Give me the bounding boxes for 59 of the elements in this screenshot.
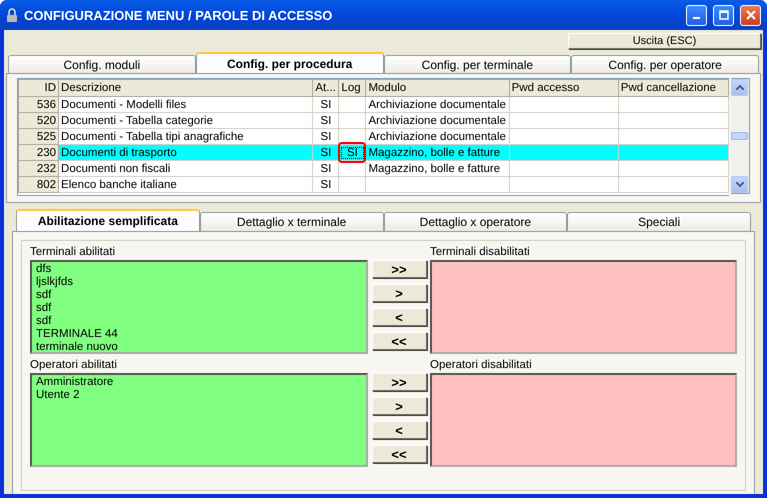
table-cell: Documenti - Modelli files [58,96,313,112]
table-cell: Documenti - Tabella categorie [58,112,313,128]
column-header[interactable]: Pwd cancellazione [618,80,728,96]
tab[interactable]: Config. per procedura [196,52,384,73]
window-title: CONFIGURAZIONE MENU / PAROLE DI ACCESSO [24,8,334,22]
list-item[interactable]: Utente 2 [36,389,80,402]
tab[interactable]: Dettaglio x terminale [200,212,384,231]
move-button[interactable]: << [372,332,426,350]
table-cell: SI [312,112,339,128]
move-button[interactable]: < [372,421,426,439]
move-button[interactable]: < [372,308,426,326]
table-cell: SI [312,160,339,176]
table-cell: SI [338,144,366,160]
move-button[interactable]: << [372,445,426,463]
move-button[interactable]: >> [372,260,426,278]
table-cell: 536 [18,96,59,112]
table-cell: SI [312,96,339,112]
column-header[interactable]: ID [18,80,59,96]
list-item[interactable]: terminale nuovo [36,341,118,354]
column-header[interactable]: Descrizione [58,80,313,96]
list-item[interactable]: sdf [36,315,52,328]
table-cell: 802 [18,176,59,192]
list-item[interactable]: dfs [36,263,52,276]
table-cell: 232 [18,160,59,176]
list-label: Operatori abilitati [30,358,118,373]
table-cell: Archiviazione documentale [366,96,510,112]
list-label: Terminali disabilitati [430,245,531,260]
table-cell: Magazzino, bolle e fatture [366,160,510,176]
list-label: Operatori disabilitati [430,358,533,373]
list-item[interactable]: sdf [36,302,52,315]
table-cell: 525 [18,128,59,144]
column-header[interactable]: Log [338,80,366,96]
table-cell: Documenti non fiscali [58,160,313,176]
list-label: Terminali abilitati [30,245,116,260]
tab[interactable]: Config. per terminale [384,55,572,73]
tab[interactable]: Config. moduli [8,55,196,73]
list-item[interactable]: sdf [36,289,52,302]
table-cell: 230 [18,144,59,160]
column-header[interactable]: Pwd accesso [509,80,618,96]
column-header[interactable]: At... [312,80,339,96]
tab[interactable]: Speciali [567,212,751,231]
tab[interactable]: Config. per operatore [571,55,759,73]
table-cell: 520 [18,112,59,128]
table-cell: Elenco banche italiane [58,176,313,192]
table-cell: SI [312,144,339,160]
move-button[interactable]: > [372,284,426,302]
list-item[interactable]: Amministratore [36,376,114,389]
table-cell: SI [312,176,339,192]
move-button[interactable]: > [372,397,426,415]
tab[interactable]: Dettaglio x operatore [384,212,568,231]
table-cell: Documenti di trasporto [58,144,313,160]
tab[interactable]: Abilitazione semplificata [16,209,200,231]
table-cell: Archiviazione documentale [366,112,510,128]
exit-button[interactable]: Uscita (ESC) [568,33,761,49]
table-cell: Magazzino, bolle e fatture [366,144,510,160]
list-item[interactable]: ljslkjfds [36,276,74,289]
column-header[interactable]: Modulo [366,80,510,96]
list-item[interactable]: TERMINALE 44 [36,328,118,341]
move-button[interactable]: >> [372,373,426,391]
